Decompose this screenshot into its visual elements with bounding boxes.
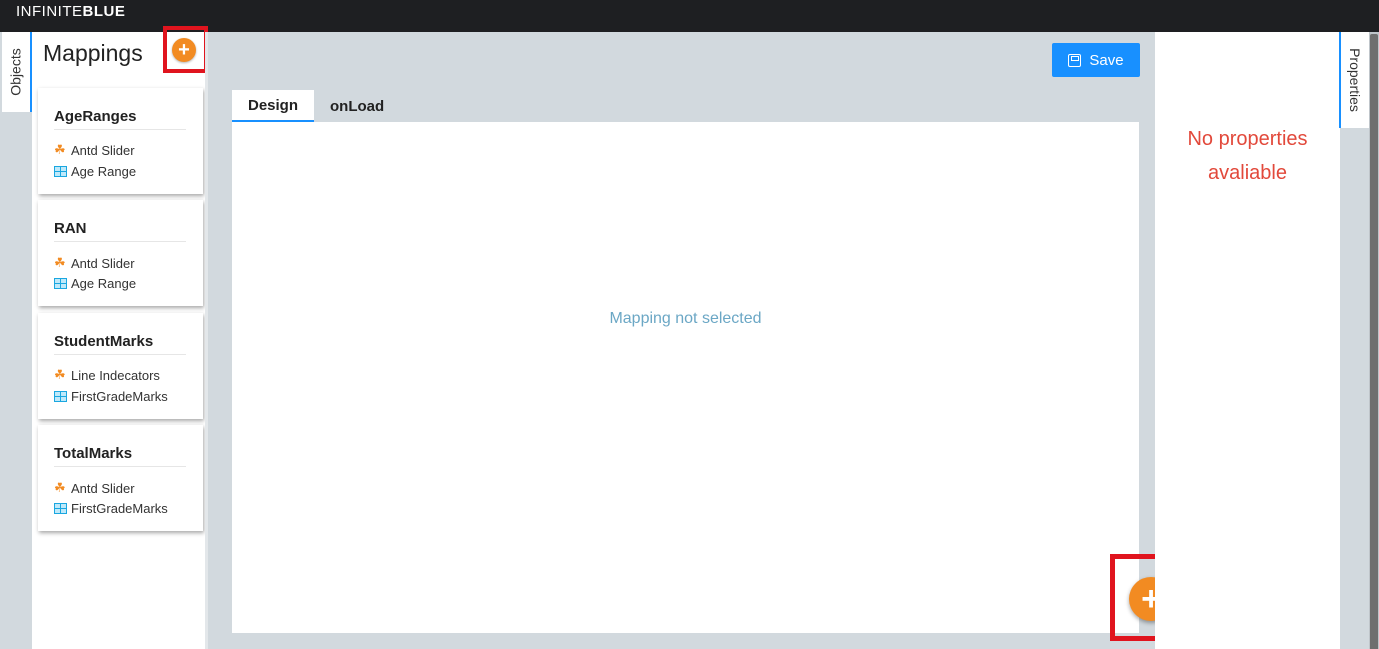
editor-tabs: Design onLoad — [232, 90, 400, 122]
table-icon — [54, 503, 67, 514]
mappings-title: Mappings — [43, 40, 143, 66]
mapping-component-row: ☘ Antd Slider — [54, 142, 135, 158]
left-rail — [0, 32, 32, 649]
brand-logo: INFINITEBLUE — [16, 3, 126, 20]
mapping-card-ran[interactable]: RAN ☘ Antd Slider Age Range — [38, 200, 203, 306]
component-icon: ☘ — [54, 255, 66, 270]
vertical-scrollbar[interactable] — [1369, 32, 1379, 649]
component-icon: ☘ — [54, 480, 66, 495]
card-divider — [54, 354, 186, 355]
panel-edge — [205, 32, 208, 649]
card-divider — [54, 241, 186, 242]
mapping-card-studentmarks[interactable]: StudentMarks ☘ Line Indecators FirstGrad… — [38, 313, 203, 419]
properties-panel: No properties avaliable — [1155, 32, 1340, 649]
scrollbar-thumb[interactable] — [1370, 34, 1378, 649]
mapping-card-title: StudentMarks — [54, 333, 154, 350]
table-icon — [54, 278, 67, 289]
mapping-card-title: TotalMarks — [54, 445, 133, 462]
tab-onload[interactable]: onLoad — [314, 90, 400, 122]
mapping-card-totalmarks[interactable]: TotalMarks ☘ Antd Slider FirstGradeMarks — [38, 425, 203, 531]
empty-mapping-message: Mapping not selected — [609, 310, 762, 327]
tab-design[interactable]: Design — [232, 90, 315, 122]
properties-tab[interactable]: Properties — [1339, 32, 1369, 128]
card-divider — [54, 129, 186, 130]
mapping-table-row: Age Range — [54, 276, 136, 291]
mapping-table-row: FirstGradeMarks — [54, 501, 168, 516]
mapping-card-title: AgeRanges — [54, 108, 137, 125]
component-icon: ☘ — [54, 367, 66, 382]
mapping-table-row: Age Range — [54, 164, 136, 179]
mapping-card-title: RAN — [54, 220, 87, 237]
properties-tab-label: Properties — [1347, 48, 1363, 112]
save-button[interactable]: Save — [1052, 43, 1140, 77]
table-icon — [54, 391, 67, 402]
objects-tab-label: Objects — [8, 48, 24, 96]
mapping-card-ageranges[interactable]: AgeRanges ☘ Antd Slider Age Range — [38, 88, 203, 194]
card-divider — [54, 466, 186, 467]
table-icon — [54, 166, 67, 177]
save-icon — [1068, 53, 1082, 67]
save-button-label: Save — [1089, 51, 1124, 69]
design-canvas[interactable]: Mapping not selected — [232, 122, 1139, 633]
mapping-component-row: ☘ Antd Slider — [54, 255, 135, 271]
highlight-box — [163, 26, 208, 73]
mapping-table-row: FirstGradeMarks — [54, 389, 168, 404]
component-icon: ☘ — [54, 142, 66, 157]
no-properties-message: No properties avaliable — [1187, 128, 1308, 184]
objects-tab[interactable]: Objects — [2, 32, 32, 112]
mapping-component-row: ☘ Antd Slider — [54, 480, 135, 496]
mapping-component-row: ☘ Line Indecators — [54, 367, 160, 383]
